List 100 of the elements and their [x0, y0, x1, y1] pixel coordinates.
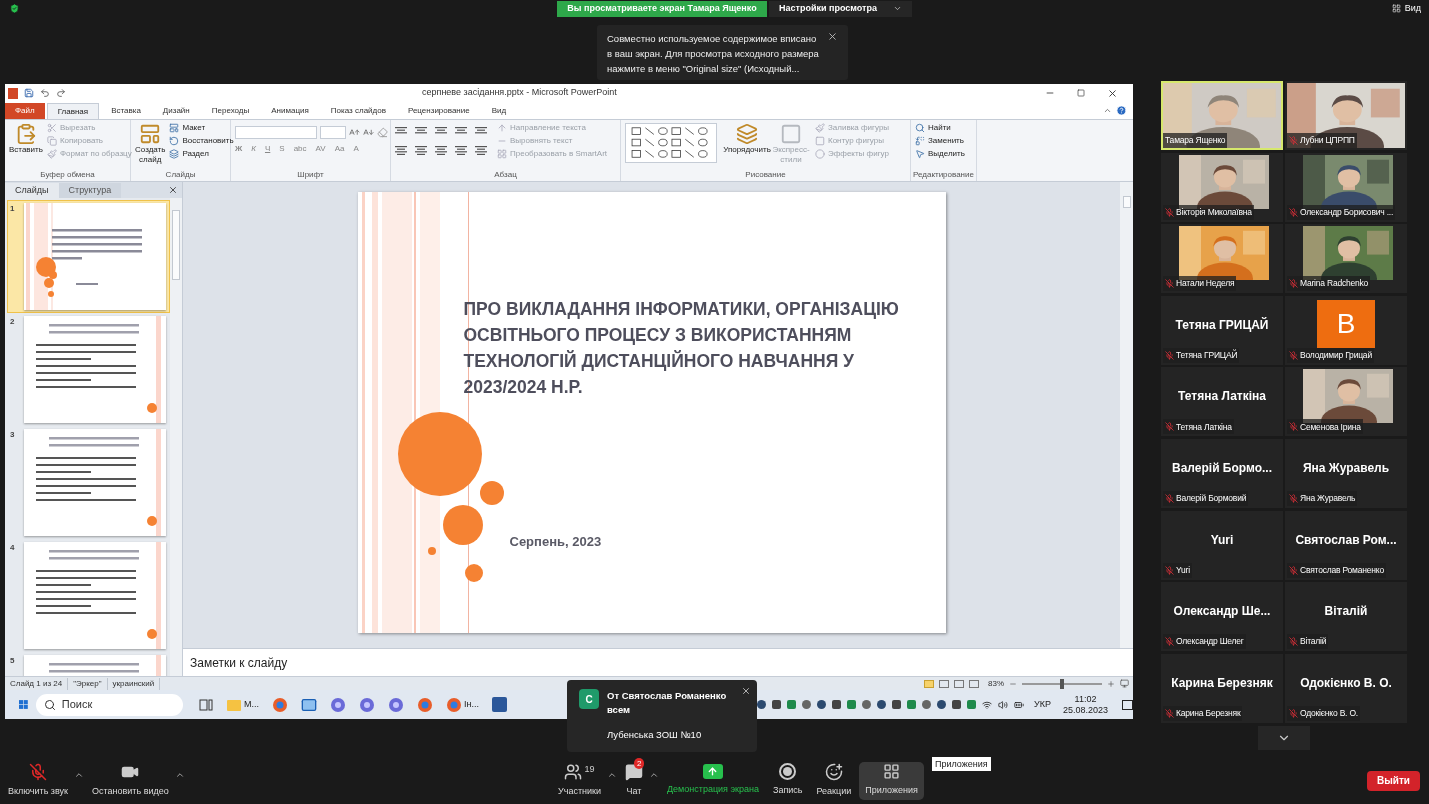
font-format-button[interactable]: Ч — [264, 145, 271, 153]
group-label: Буфер обмена — [39, 169, 96, 181]
ribbon-button[interactable]: Найти — [915, 123, 965, 133]
toolbar-button[interactable]: Реакции — [810, 761, 858, 800]
participant-tile[interactable]: Лубни ЦПРПП — [1285, 81, 1407, 150]
toolbar-button[interactable]: Запись — [766, 761, 809, 800]
participant-name-label: Одокієнко В. О. — [1300, 674, 1392, 692]
font-format-button[interactable]: S — [279, 145, 285, 153]
font-format-button[interactable]: abc — [293, 145, 307, 153]
participant-name-label: Карина Березняк — [1171, 674, 1273, 692]
participant-tile[interactable]: Карина Березняк Карина Березняк — [1161, 653, 1283, 723]
font-format-button[interactable]: К — [251, 145, 256, 153]
participant-name: Yuri — [1176, 563, 1190, 577]
ribbon-button[interactable]: Макет — [169, 123, 234, 133]
participant-name: Тамара Ященко — [1165, 134, 1226, 147]
notes-field[interactable]: Заметки к слайду — [183, 648, 1133, 676]
toolbar-button[interactable]: Включить звук — [2, 761, 75, 800]
slide-number: 5 — [10, 655, 16, 667]
ribbon-tab[interactable]: Главная — [46, 103, 100, 119]
participant-tile[interactable]: Натали Неделя — [1161, 224, 1283, 294]
participant-tile[interactable]: Олександр Борисович ... — [1285, 152, 1407, 222]
participant-count: 19 — [584, 762, 595, 776]
participant-name: Володимир Грицай — [1300, 348, 1372, 362]
participant-tile[interactable]: Одокієнко В. О. Одокієнко В. О. — [1285, 653, 1407, 723]
toolbar-button[interactable]: 19 Участники — [552, 761, 607, 800]
participant-tile[interactable]: Тамара Ященко — [1161, 81, 1283, 150]
ribbon-tab[interactable]: Файл — [5, 103, 45, 119]
ribbon-button[interactable]: Создать слайд — [135, 123, 166, 165]
participant-name: Олександр Шелег — [1176, 635, 1244, 649]
ribbon-tab[interactable]: Вставка — [101, 103, 151, 119]
toolbar-button[interactable]: Демонстрация экрана — [661, 761, 765, 800]
keyboard-language[interactable]: УКР — [1034, 697, 1051, 712]
participant-tile[interactable]: Marina Radchenko — [1285, 224, 1407, 294]
font-format-button[interactable]: AV — [315, 145, 326, 153]
ribbon-tab[interactable]: Вид — [481, 103, 517, 119]
participant-tile[interactable]: Yuri Yuri — [1161, 510, 1283, 580]
clock-date: 25.08.2023 — [1062, 704, 1108, 716]
participant-tile[interactable]: Яна Журавель Яна Журавель — [1285, 438, 1407, 508]
participant-tile[interactable]: Олександр Ше... Олександр Шелег — [1161, 582, 1283, 652]
participant-tile[interactable]: Тетяна ГРИЦАЙ Тетяна ГРИЦАЙ — [1161, 295, 1283, 365]
participant-tile[interactable]: Тетяна Латкіна Тетяна Латкіна — [1161, 367, 1283, 437]
participant-name: Одокієнко В. О. — [1300, 706, 1359, 720]
pane-tab[interactable]: Слайды — [5, 183, 59, 198]
pane-tab[interactable]: Структура — [58, 183, 122, 198]
group-label: Шрифт — [296, 169, 325, 181]
ribbon-tab[interactable]: Анимация — [261, 103, 319, 119]
participant-tile[interactable]: Семенова Ірина — [1285, 367, 1407, 437]
participant-name: Валерій Бормовий — [1176, 492, 1247, 505]
group-label: Абзац — [493, 169, 518, 181]
view-options-button[interactable]: Настройки просмотра — [769, 0, 913, 17]
ribbon-tab[interactable]: Дизайн — [152, 103, 200, 119]
avatar: B — [1317, 299, 1375, 348]
message-text: Лубенська ЗОШ №10 — [607, 727, 703, 742]
ribbon-button[interactable]: Заменить — [915, 136, 965, 146]
participant-name: Натали Неделя — [1176, 277, 1235, 291]
participant-name: Святослав Романенко — [1300, 563, 1384, 577]
participant-name-label: Віталій — [1324, 603, 1368, 621]
participant-name-label: Яна Журавель — [1302, 459, 1390, 477]
slide-number: 2 — [10, 316, 16, 328]
participant-name: Лубни ЦПРПП — [1300, 134, 1355, 147]
participant-name-label: Святослав Ром... — [1295, 531, 1397, 549]
taskbar-app-label: М... — [244, 697, 259, 711]
participant-name-label: Олександр Ше... — [1173, 603, 1271, 621]
search-field[interactable]: Поиск — [35, 693, 183, 716]
participant-name-label: Yuri — [1210, 531, 1234, 549]
view-button[interactable]: Вид — [1391, 1, 1421, 16]
slide-title: ПРО ВИКЛАДАННЯ ІНФОРМАТИКИ, ОРГАНІЗАЦІЮ ОСВІТНЬОГО ПРОЦЕСУ З ВИКОРИСТАННЯМ ТЕХНОЛОГІЙ ДИСТАНЦІЙНОГО НАВЧАННЯ У 2023/2024 Н.Р. — [463, 298, 900, 399]
font-format-button[interactable]: A — [353, 145, 359, 153]
ribbon-button[interactable]: Раздел — [169, 149, 234, 159]
zoom-level[interactable]: 83% — [988, 677, 1004, 690]
participant-tile[interactable]: Валерій Бормо... Валерій Бормовий — [1161, 438, 1283, 508]
ribbon-button[interactable]: Вставить — [9, 123, 43, 155]
participant-name: Яна Журавель — [1300, 492, 1356, 505]
participant-name: Вікторія Миколаївна — [1176, 205, 1252, 219]
unread-badge: 2 — [634, 757, 645, 769]
status-text: "Эркер" — [68, 677, 108, 690]
slide-number: 1 — [10, 203, 16, 215]
participant-tile[interactable]: B Володимир Грицай — [1285, 295, 1407, 365]
toolbar-button[interactable]: Остановить видео — [86, 761, 175, 800]
ribbon-tab[interactable]: Переходы — [201, 103, 260, 119]
participant-name: Олександр Борисович ... — [1300, 205, 1394, 219]
ribbon-tab[interactable]: Показ слайдов — [320, 103, 396, 119]
window-title: серпневе засідання.pptx - Microsoft PowerPoint — [422, 86, 617, 100]
toolbar-button[interactable]: Приложения — [859, 761, 924, 800]
participant-name: Marina Radchenko — [1300, 277, 1369, 291]
participant-name-label: Тетяна ГРИЦАЙ — [1175, 316, 1269, 334]
participant-name: Тетяна Латкіна — [1176, 420, 1232, 434]
participant-tile[interactable]: Святослав Ром... Святослав Романенко — [1285, 510, 1407, 580]
ribbon-button[interactable]: Выделить — [915, 149, 965, 159]
slide-subtitle: Серпень, 2023 — [509, 533, 602, 551]
chat-notification[interactable]: С От Святослав Романенко всем Лубенська ЗОШ №10 — [567, 680, 757, 752]
ribbon-button[interactable]: Восстановить — [169, 136, 234, 146]
status-text: украинский — [107, 677, 161, 690]
message-sender: От Святослав Романенко — [607, 689, 727, 703]
font-format-button[interactable]: Aa — [334, 145, 345, 153]
group-label: Редактирование — [912, 169, 975, 181]
leave-button[interactable]: Выйти — [1367, 770, 1420, 791]
participant-tile[interactable]: Вікторія Миколаївна — [1161, 152, 1283, 222]
participant-tile[interactable]: Віталій Віталій — [1285, 582, 1407, 652]
ribbon-tab[interactable]: Рецензирование — [397, 103, 480, 119]
